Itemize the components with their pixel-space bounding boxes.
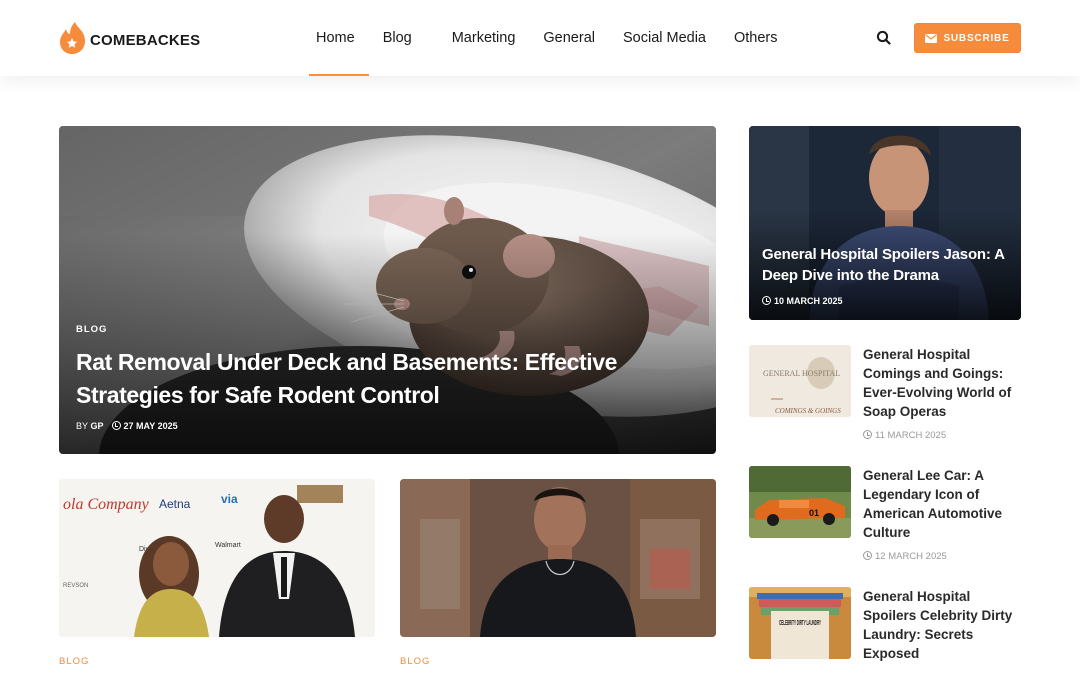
sidebar-feature-date-wrap: 10 MARCH 2025 bbox=[762, 296, 843, 306]
hero-byline: BY GP bbox=[76, 421, 104, 431]
sidebar-post-1-date: 11 MARCH 2025 bbox=[875, 430, 947, 441]
hero-date-wrap: 27 MAY 2025 bbox=[111, 421, 178, 431]
subscribe-button[interactable]: SUBSCRIBE bbox=[914, 23, 1021, 53]
svg-text:ola Company: ola Company bbox=[63, 496, 150, 513]
site-logo[interactable]: COMEBACKES bbox=[58, 20, 200, 56]
flame-logo-icon bbox=[60, 22, 85, 54]
sidebar-post-1-image: GENERAL HOSPITAL COMINGS & GOINGS bbox=[749, 345, 851, 417]
nav-general[interactable]: General bbox=[529, 0, 609, 76]
sidebar-post-1-thumb[interactable]: GENERAL HOSPITAL COMINGS & GOINGS bbox=[749, 345, 851, 417]
sidebar-post-1-title[interactable]: General Hospital Comings and Goings: Eve… bbox=[863, 345, 1013, 421]
sidebar-post-3-thumb[interactable]: CELEBRITY DIRTY LAUNDRY bbox=[749, 587, 851, 659]
clock-icon bbox=[762, 296, 771, 305]
sidebar-post-3-thumb-text: CELEBRITY DIRTY LAUNDRY bbox=[779, 620, 821, 627]
nav-others[interactable]: Others bbox=[720, 0, 792, 76]
sidebar-post-2-title[interactable]: General Lee Car: A Legendary Icon of Ame… bbox=[863, 466, 1013, 542]
sidebar-post-2-date-wrap: 12 MARCH 2025 bbox=[863, 551, 947, 562]
search-button[interactable] bbox=[874, 28, 894, 48]
sidebar-post-2-date: 12 MARCH 2025 bbox=[875, 551, 947, 562]
hero-author[interactable]: GP bbox=[91, 421, 104, 431]
site-name: COMEBACKES bbox=[90, 31, 201, 49]
card-2-category[interactable]: BLOG bbox=[400, 656, 430, 667]
sidebar-feature-post[interactable]: General Hospital Spoilers Jason: A Deep … bbox=[749, 126, 1021, 320]
card-photo-red-carpet: ola Company Aetna via Diversity Walmart … bbox=[59, 479, 375, 637]
main-nav: Home Blog Marketing General Social Media… bbox=[302, 0, 792, 76]
svg-text:Walmart: Walmart bbox=[215, 542, 241, 549]
hero-title[interactable]: Rat Removal Under Deck and Basements: Ef… bbox=[76, 346, 676, 412]
nav-marketing[interactable]: Marketing bbox=[438, 0, 530, 76]
svg-text:REVSON: REVSON bbox=[63, 583, 88, 589]
svg-text:Aetna: Aetna bbox=[159, 497, 191, 511]
sidebar-post-1-thumb-text-top: GENERAL HOSPITAL bbox=[763, 369, 840, 378]
hero-date: 27 MAY 2025 bbox=[123, 421, 178, 431]
card-photo-young-man bbox=[400, 479, 716, 637]
hero-category[interactable]: BLOG bbox=[76, 324, 107, 335]
clock-icon bbox=[863, 551, 872, 560]
sidebar-feature-title[interactable]: General Hospital Spoilers Jason: A Deep … bbox=[762, 244, 1012, 286]
hero-by-prefix: BY bbox=[76, 421, 89, 431]
nav-home[interactable]: Home bbox=[302, 0, 369, 76]
clock-icon bbox=[863, 430, 872, 439]
envelope-icon bbox=[925, 33, 938, 43]
hero-meta: BY GP 27 MAY 2025 bbox=[76, 421, 178, 431]
sidebar-post-2-thumb-text: 01 bbox=[809, 508, 819, 518]
sidebar-post-2-image: 01 bbox=[749, 466, 851, 538]
search-icon bbox=[876, 30, 891, 45]
sidebar-post-1-thumb-text-bottom: COMINGS & GOINGS bbox=[775, 407, 841, 415]
card-image-1[interactable]: ola Company Aetna via Diversity Walmart … bbox=[59, 479, 375, 637]
card-1-category[interactable]: BLOG bbox=[59, 656, 89, 667]
sidebar-post-2-thumb[interactable]: 01 bbox=[749, 466, 851, 538]
nav-social-media[interactable]: Social Media bbox=[609, 0, 720, 76]
sidebar-feature-date: 10 MARCH 2025 bbox=[774, 296, 843, 306]
card-image-2[interactable] bbox=[400, 479, 716, 637]
svg-text:via: via bbox=[221, 492, 238, 506]
sidebar-post-3-title[interactable]: General Hospital Spoilers Celebrity Dirt… bbox=[863, 587, 1013, 663]
hero-post[interactable]: BLOG Rat Removal Under Deck and Basement… bbox=[59, 126, 716, 454]
clock-icon bbox=[111, 421, 121, 430]
subscribe-label: SUBSCRIBE bbox=[943, 32, 1010, 44]
sidebar-post-1-date-wrap: 11 MARCH 2025 bbox=[863, 430, 946, 441]
nav-blog[interactable]: Blog bbox=[369, 0, 438, 76]
site-header: COMEBACKES Home Blog Marketing General S… bbox=[0, 0, 1080, 76]
sidebar-post-3-image: CELEBRITY DIRTY LAUNDRY bbox=[749, 587, 851, 659]
